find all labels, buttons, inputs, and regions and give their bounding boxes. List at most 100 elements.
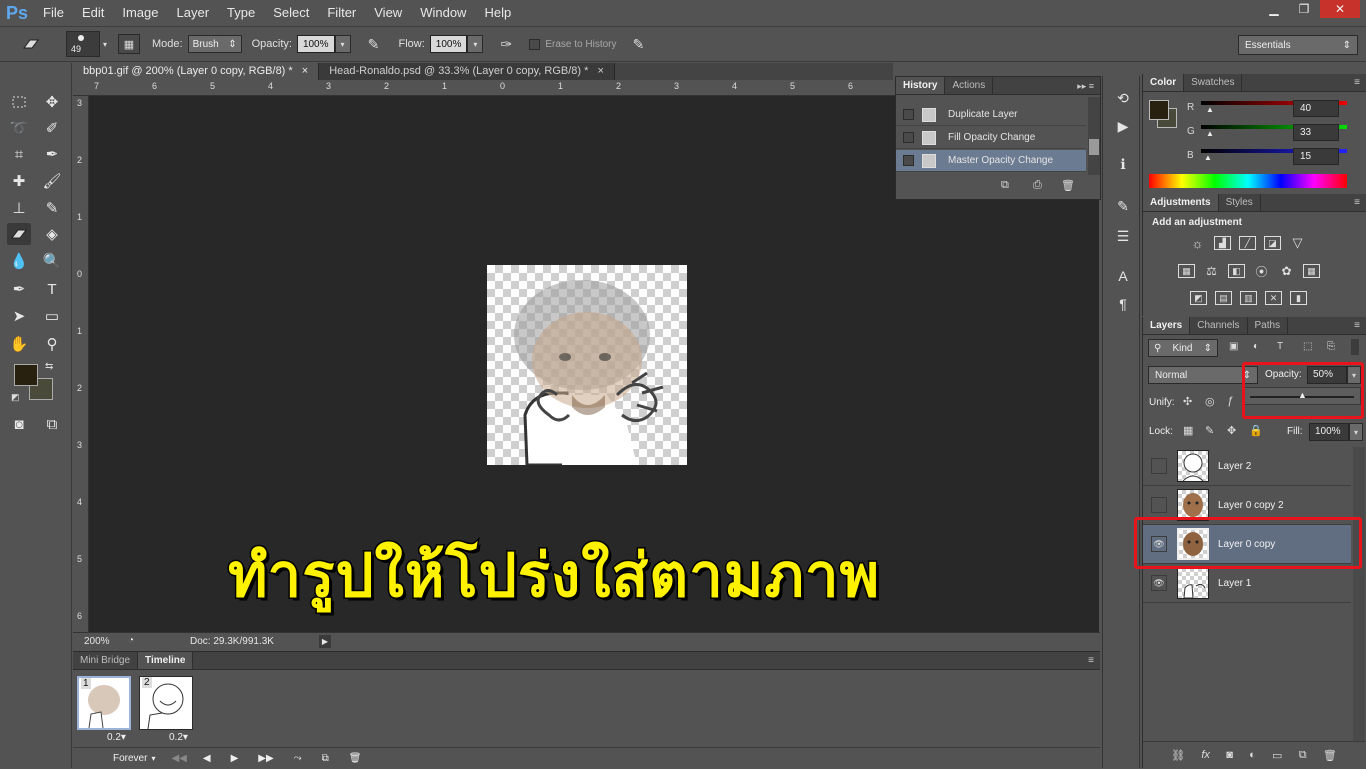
- menu-image[interactable]: Image: [113, 0, 167, 26]
- color-spectrum-ramp[interactable]: [1149, 174, 1347, 188]
- hand-tool-icon[interactable]: ✋: [7, 333, 31, 355]
- brush-panel-toggle-icon[interactable]: ▦: [118, 34, 140, 54]
- brush-tool-icon[interactable]: 🖌: [40, 170, 64, 192]
- new-group-icon[interactable]: ▭: [1272, 749, 1282, 762]
- path-selection-tool-icon[interactable]: ➤: [7, 305, 31, 327]
- airbrush-icon[interactable]: ✑: [495, 34, 517, 54]
- slider-handle-icon[interactable]: ▲: [1204, 153, 1212, 162]
- erase-history-checkbox[interactable]: [529, 38, 541, 50]
- history-brush-tool-icon[interactable]: ✎: [40, 197, 64, 219]
- previous-frame-icon[interactable]: ◀: [203, 753, 211, 764]
- paragraph-panel-icon[interactable]: ¶: [1112, 294, 1134, 314]
- lasso-tool-icon[interactable]: ➰: [7, 117, 31, 139]
- delete-layer-icon[interactable]: 🗑: [1323, 749, 1337, 762]
- crop-tool-icon[interactable]: ⌗: [7, 143, 31, 165]
- trash-icon[interactable]: 🗑: [1061, 179, 1075, 192]
- blur-tool-icon[interactable]: 💧: [7, 250, 31, 272]
- frame-delay[interactable]: 0.2▾: [107, 732, 126, 743]
- history-checkbox[interactable]: [903, 155, 914, 166]
- tab-color[interactable]: Color: [1143, 74, 1185, 91]
- panel-menu-icon[interactable]: ≡: [1082, 652, 1100, 669]
- status-info-icon[interactable]: ◔: [128, 635, 134, 646]
- filter-pixel-icon[interactable]: ▣: [1229, 341, 1238, 352]
- flow-dropdown-icon[interactable]: ▾: [467, 35, 484, 53]
- brush-dropdown-icon[interactable]: ▾: [100, 35, 110, 53]
- paint-bucket-tool-icon[interactable]: ◈: [40, 223, 64, 245]
- panel-menu-icon[interactable]: ≡: [1348, 194, 1366, 211]
- history-checkbox[interactable]: [903, 109, 914, 120]
- quick-mask-icon[interactable]: ◙: [7, 413, 31, 435]
- new-document-from-state-icon[interactable]: ⧉: [1001, 179, 1009, 192]
- selective-color-icon[interactable]: ✕: [1265, 291, 1282, 305]
- add-layer-style-icon[interactable]: fx: [1201, 749, 1210, 761]
- clone-stamp-tool-icon[interactable]: ⊥: [7, 197, 31, 219]
- snapshot-camera-icon[interactable]: ⎙: [1033, 179, 1042, 192]
- first-frame-icon[interactable]: ◀◀: [171, 753, 186, 764]
- link-layers-icon[interactable]: ⛓: [1171, 749, 1185, 762]
- history-panel-icon[interactable]: ⟲: [1112, 88, 1134, 108]
- pressure-size-icon[interactable]: ✎: [628, 34, 650, 54]
- tween-icon[interactable]: ⤳: [294, 753, 302, 764]
- filter-shape-icon[interactable]: ⬚: [1303, 341, 1312, 352]
- tab-swatches[interactable]: Swatches: [1184, 74, 1243, 91]
- gradient-map-icon[interactable]: ▮: [1290, 291, 1307, 305]
- loop-select[interactable]: Forever: [113, 753, 147, 764]
- red-value-input[interactable]: 40: [1293, 100, 1339, 117]
- menu-filter[interactable]: Filter: [318, 0, 365, 26]
- properties-icon[interactable]: ☰: [1112, 226, 1134, 246]
- layer-name[interactable]: Layer 0 copy 2: [1218, 500, 1284, 511]
- menu-file[interactable]: File: [34, 0, 73, 26]
- info-panel-icon[interactable]: ℹ: [1112, 154, 1134, 174]
- actions-play-icon[interactable]: ▶: [1112, 116, 1134, 136]
- filter-smart-object-icon[interactable]: ⎘: [1327, 341, 1335, 352]
- color-foreground-swatch[interactable]: [1149, 100, 1169, 120]
- lock-all-icon[interactable]: 🔒: [1249, 424, 1263, 437]
- close-button[interactable]: ✕: [1320, 0, 1360, 18]
- add-mask-icon[interactable]: ◙: [1226, 749, 1233, 761]
- panel-menu-icon[interactable]: ≡: [1348, 317, 1366, 334]
- quick-selection-tool-icon[interactable]: ✐: [40, 117, 64, 139]
- screen-mode-icon[interactable]: ⧉: [40, 413, 64, 435]
- levels-icon[interactable]: ▟: [1214, 236, 1231, 250]
- workspace-select[interactable]: Essentials ⇕: [1238, 35, 1358, 55]
- tab-layers[interactable]: Layers: [1143, 317, 1191, 334]
- minimize-button[interactable]: ▁: [1260, 0, 1288, 18]
- healing-brush-tool-icon[interactable]: ✚: [7, 170, 31, 192]
- posterize-icon[interactable]: ▤: [1215, 291, 1232, 305]
- delete-frame-icon[interactable]: 🗑: [349, 753, 362, 764]
- filter-toggle[interactable]: [1351, 339, 1359, 355]
- visibility-toggle[interactable]: [1151, 458, 1167, 474]
- tab-styles[interactable]: Styles: [1219, 194, 1261, 211]
- default-colors-icon[interactable]: ◩: [11, 392, 20, 403]
- new-layer-icon[interactable]: ⧉: [1299, 749, 1307, 762]
- tab-paths[interactable]: Paths: [1248, 317, 1289, 334]
- photo-filter-icon[interactable]: ⦿: [1253, 264, 1270, 279]
- status-menu-arrow-icon[interactable]: ▶: [319, 635, 331, 648]
- dodge-tool-icon[interactable]: 🔍: [40, 250, 64, 272]
- pressure-opacity-icon[interactable]: ✎: [363, 34, 385, 54]
- timeline-frame-1[interactable]: 1: [77, 676, 131, 730]
- menu-type[interactable]: Type: [218, 0, 264, 26]
- menu-view[interactable]: View: [365, 0, 411, 26]
- history-item[interactable]: Duplicate Layer: [896, 104, 1086, 126]
- visibility-toggle[interactable]: [1151, 497, 1167, 513]
- exposure-icon[interactable]: ◪: [1264, 236, 1281, 250]
- panel-menu-icon[interactable]: ▸▸ ≡: [1071, 77, 1100, 94]
- marquee-tool-icon[interactable]: [7, 91, 31, 113]
- eraser-tool-icon[interactable]: [7, 223, 31, 245]
- menu-edit[interactable]: Edit: [73, 0, 113, 26]
- layers-scrollbar[interactable]: [1353, 447, 1365, 747]
- frame-delay[interactable]: 0.2▾: [169, 732, 188, 743]
- invert-icon[interactable]: ◩: [1190, 291, 1207, 305]
- scrollbar-thumb[interactable]: [1089, 139, 1099, 155]
- black-white-icon[interactable]: ◧: [1228, 264, 1245, 278]
- slider-handle-icon[interactable]: ▲: [1206, 129, 1214, 138]
- lock-transparency-icon[interactable]: ▦: [1183, 424, 1193, 437]
- hue-saturation-icon[interactable]: ▦: [1178, 264, 1195, 278]
- green-value-input[interactable]: 33: [1293, 124, 1339, 141]
- unify-position-icon[interactable]: ✣: [1183, 395, 1192, 408]
- lock-pixels-icon[interactable]: ✎: [1205, 424, 1214, 437]
- mode-select[interactable]: Brush ⇕: [187, 35, 242, 53]
- eyedropper-tool-icon[interactable]: ✒: [40, 143, 64, 165]
- loop-dropdown-icon[interactable]: ▾: [151, 754, 155, 763]
